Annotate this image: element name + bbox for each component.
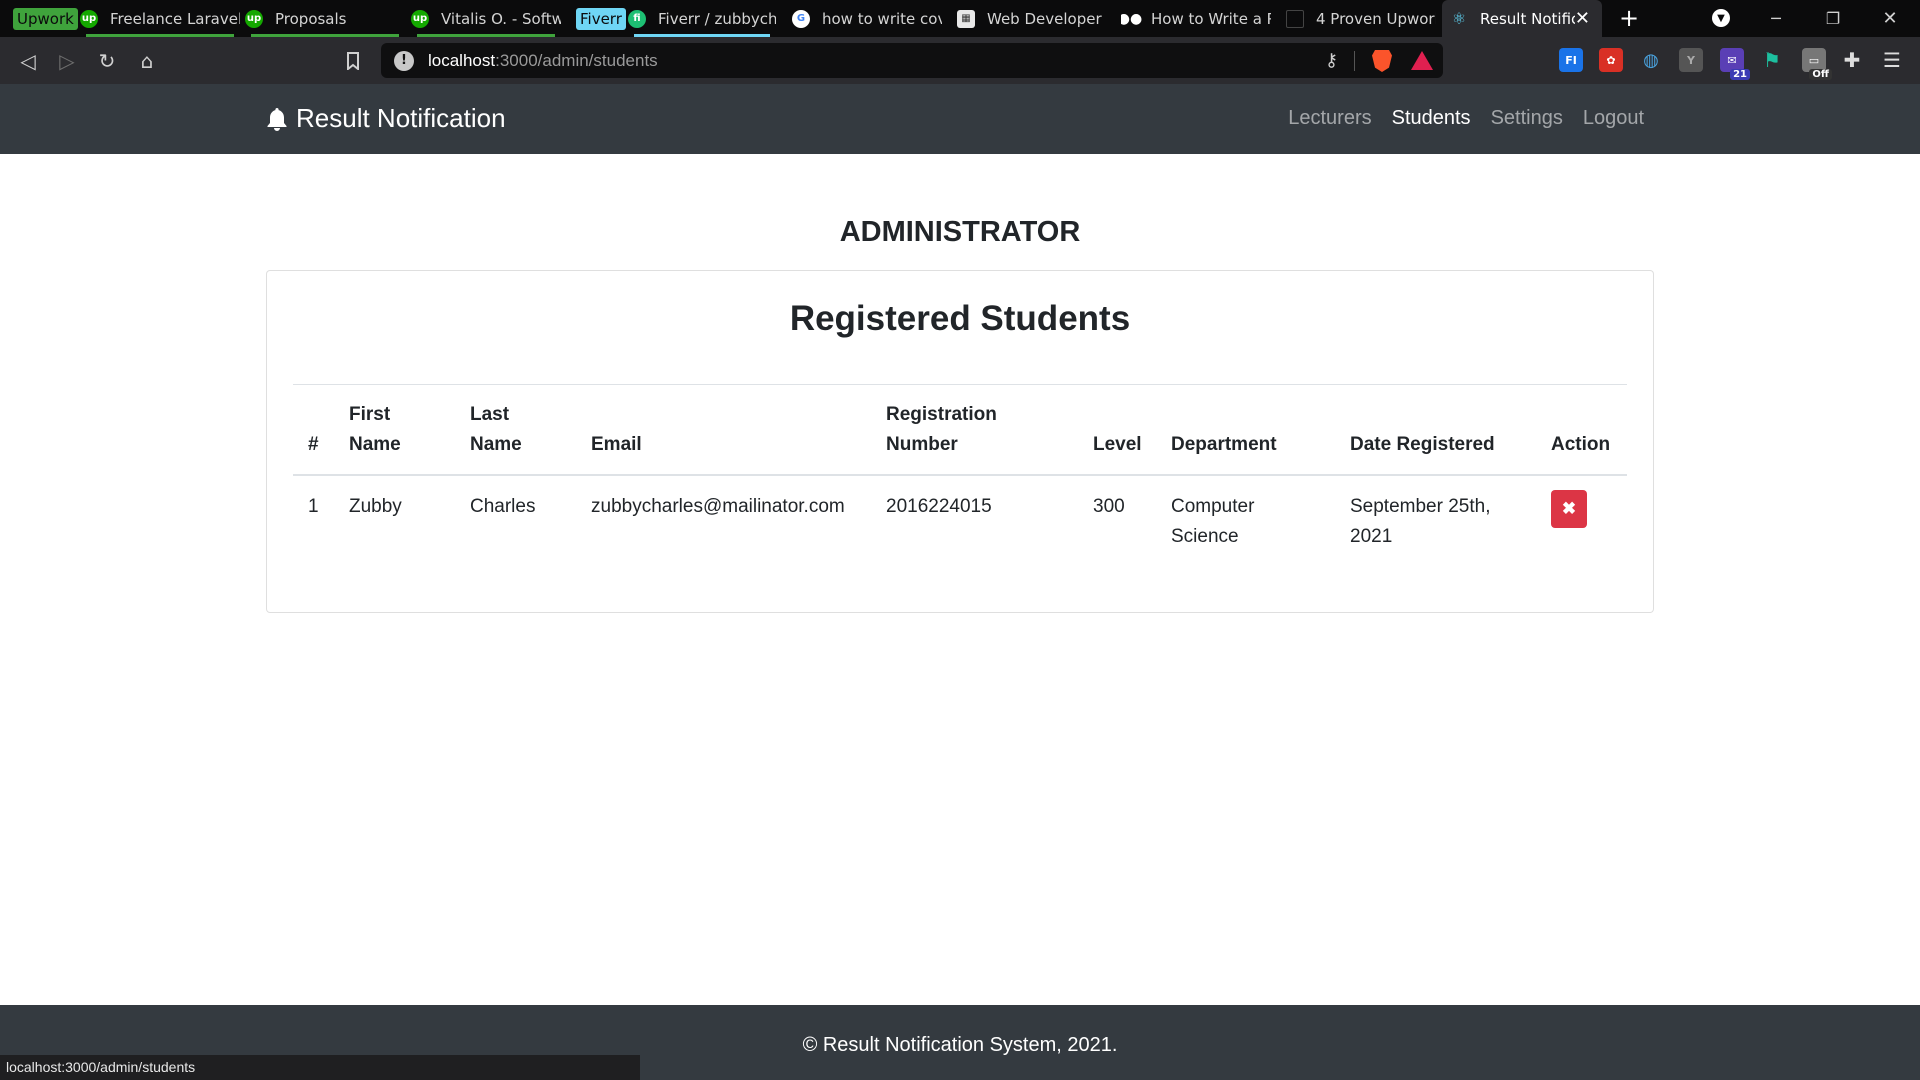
minimize-button[interactable]: ─ bbox=[1762, 4, 1790, 32]
tab-google-search[interactable]: G how to write cove bbox=[792, 0, 942, 37]
medium-icon: ●● bbox=[1121, 10, 1143, 27]
forward-icon[interactable]: ▷ bbox=[53, 47, 81, 75]
tab-search-icon[interactable]: ▼ bbox=[1707, 4, 1735, 32]
upwork-icon: up bbox=[245, 9, 263, 28]
restore-button[interactable]: ❐ bbox=[1819, 4, 1847, 32]
cell-first-name: Zubby bbox=[349, 496, 402, 517]
header-registration-number: Registration Number bbox=[886, 388, 1093, 476]
students-table: # First Name Last Name Email Registratio… bbox=[293, 388, 1627, 552]
fiverr-icon: fi bbox=[628, 9, 646, 28]
react-icon: ⚛ bbox=[1451, 9, 1467, 28]
url-text[interactable]: localhost:3000/admin/students bbox=[428, 51, 658, 71]
reload-icon[interactable]: ↻ bbox=[93, 47, 121, 75]
cell-last-name: Charles bbox=[470, 496, 536, 517]
nav-links: Lecturers Students Settings Logout bbox=[1288, 107, 1644, 130]
bell-icon bbox=[267, 107, 287, 131]
webpage-icon: ▦ bbox=[957, 9, 975, 28]
page-icon bbox=[1286, 9, 1304, 28]
extension-y-icon[interactable]: Y bbox=[1679, 48, 1703, 72]
extension-fi-icon[interactable]: FI bbox=[1559, 48, 1583, 72]
header-action: Action bbox=[1551, 388, 1627, 476]
divider bbox=[293, 384, 1627, 385]
cell-registration-number: 2016224015 bbox=[886, 496, 992, 517]
footer-text: © Result Notification System, 2021. bbox=[802, 1034, 1118, 1056]
address-bar[interactable]: ! localhost:3000/admin/students ⚷ bbox=[381, 43, 1443, 78]
tab-result-notification[interactable]: ⚛ Result Notific ✕ bbox=[1442, 0, 1602, 37]
tab-proposals[interactable]: up Proposals bbox=[245, 0, 405, 37]
cell-department: Computer Science bbox=[1171, 496, 1255, 547]
cell-date-registered: September 25th, 2021 bbox=[1350, 496, 1491, 547]
upwork-icon: up bbox=[411, 9, 429, 28]
upwork-icon: up bbox=[80, 9, 98, 28]
brave-shields-icon[interactable] bbox=[1372, 50, 1392, 72]
cell-email: zubbycharles@mailinator.com bbox=[591, 496, 845, 517]
browser-menu-icon[interactable]: ☰ bbox=[1880, 48, 1904, 72]
nav-link-logout[interactable]: Logout bbox=[1583, 107, 1644, 130]
nav-link-lecturers[interactable]: Lecturers bbox=[1288, 107, 1371, 130]
extension-red-icon[interactable]: ✿ bbox=[1599, 48, 1623, 72]
brave-rewards-icon[interactable] bbox=[1411, 51, 1433, 70]
browser-tab-strip: Upwork up Freelance Laravel up Proposals… bbox=[0, 0, 1920, 37]
header-email: Email bbox=[591, 388, 886, 476]
brand-text: Result Notification bbox=[296, 103, 506, 133]
back-icon[interactable]: ◁ bbox=[14, 47, 42, 75]
tab-group-upwork[interactable]: Upwork bbox=[13, 8, 78, 30]
site-info-icon[interactable]: ! bbox=[394, 50, 414, 71]
close-tab-icon[interactable]: ✕ bbox=[1575, 8, 1590, 29]
key-icon[interactable]: ⚷ bbox=[1325, 50, 1338, 71]
table-row: 1 Zubby Charles zubbycharles@mailinator.… bbox=[293, 475, 1627, 552]
extension-off-icon[interactable]: ▭ Off bbox=[1802, 48, 1832, 80]
tab-proven-upwork[interactable]: 4 Proven Upwork bbox=[1286, 0, 1436, 37]
tab-vitalis[interactable]: up Vitalis O. - Softwa bbox=[411, 0, 561, 37]
cell-index: 1 bbox=[308, 496, 319, 517]
tab-how-to-write[interactable]: ●● How to Write a P bbox=[1121, 0, 1271, 37]
browser-status-bar: localhost:3000/admin/students bbox=[0, 1055, 640, 1080]
close-window-button[interactable]: ✕ bbox=[1876, 4, 1904, 32]
tab-fiverr[interactable]: fi Fiverr / zubbychar bbox=[628, 0, 776, 37]
brand-link[interactable]: Result Notification bbox=[266, 103, 506, 134]
tab-web-developer[interactable]: ▦ Web Developer P bbox=[957, 0, 1107, 37]
extension-pin-icon[interactable]: ⚑ bbox=[1760, 48, 1784, 72]
home-icon[interactable]: ⌂ bbox=[133, 47, 161, 75]
header-level: Level bbox=[1093, 388, 1171, 476]
bookmark-icon[interactable] bbox=[339, 47, 367, 75]
extension-globe-icon[interactable]: ◍ bbox=[1639, 48, 1663, 72]
close-icon: ✖ bbox=[1561, 499, 1577, 518]
tab-freelance-laravel[interactable]: up Freelance Laravel bbox=[80, 0, 240, 37]
tab-group-fiverr[interactable]: Fiverr bbox=[576, 8, 626, 30]
nav-link-settings[interactable]: Settings bbox=[1491, 107, 1563, 130]
extensions-puzzle-icon[interactable]: ✚ bbox=[1840, 48, 1864, 72]
cell-action: ✖ bbox=[1551, 475, 1627, 552]
card-title: Registered Students bbox=[789, 299, 1131, 338]
browser-toolbar: ◁ ▷ ↻ ⌂ ! localhost:3000/admin/students … bbox=[0, 37, 1920, 84]
google-icon: G bbox=[792, 9, 810, 28]
header-index: # bbox=[293, 388, 349, 476]
students-card: Registered Students # First Name Last Na… bbox=[266, 270, 1654, 613]
header-date-registered: Date Registered bbox=[1350, 388, 1551, 476]
new-tab-button[interactable]: + bbox=[1615, 4, 1643, 32]
header-department: Department bbox=[1171, 388, 1350, 476]
extension-badge-icon[interactable]: ✉ 21 bbox=[1720, 48, 1750, 80]
header-last-name: Last Name bbox=[470, 388, 591, 476]
page-title: ADMINISTRATOR bbox=[839, 216, 1081, 248]
table-header-row: # First Name Last Name Email Registratio… bbox=[293, 388, 1627, 476]
header-first-name: First Name bbox=[349, 388, 470, 476]
top-navbar: Result Notification Lecturers Students S… bbox=[0, 84, 1920, 154]
cell-level: 300 bbox=[1093, 496, 1125, 517]
url-separator bbox=[1354, 51, 1355, 71]
delete-student-button[interactable]: ✖ bbox=[1551, 490, 1587, 528]
nav-link-students[interactable]: Students bbox=[1392, 107, 1471, 130]
